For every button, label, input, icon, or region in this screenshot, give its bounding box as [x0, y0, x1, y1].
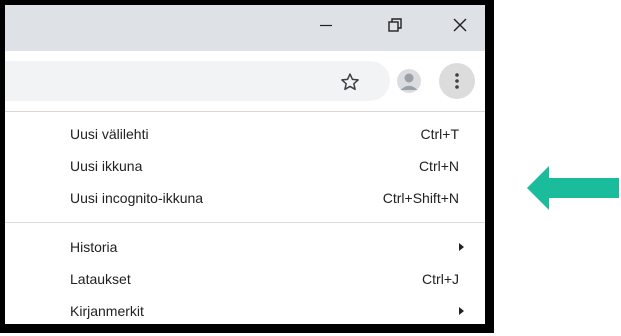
menu-item-shortcut: Ctrl+N	[418, 158, 459, 174]
kebab-menu-icon	[455, 73, 459, 89]
star-icon	[341, 73, 359, 91]
close-icon	[453, 18, 467, 32]
address-bar[interactable]	[5, 61, 390, 101]
close-window-button[interactable]	[437, 5, 483, 45]
menu-item-shortcut: Ctrl+Shift+N	[382, 190, 459, 206]
menu-item-bookmarks[interactable]: Kirjanmerkit	[5, 295, 485, 324]
minimize-icon	[320, 24, 332, 27]
menu-item-new-window[interactable]: Uusi ikkuna Ctrl+N	[5, 150, 485, 182]
menu-item-label: Historia	[70, 239, 118, 255]
restore-button[interactable]	[372, 5, 418, 45]
menu-item-label: Uusi välilehti	[70, 126, 149, 142]
menu-item-new-tab[interactable]: Uusi välilehti Ctrl+T	[5, 118, 485, 150]
restore-icon	[388, 18, 402, 32]
menu-item-label: Kirjanmerkit	[70, 303, 144, 319]
menu-item-new-incognito-window[interactable]: Uusi incognito-ikkuna Ctrl+Shift+N	[5, 182, 485, 214]
avatar-icon	[400, 73, 418, 90]
menu-item-label: Uusi incognito-ikkuna	[70, 190, 204, 206]
browser-window: Uusi välilehti Ctrl+T Uusi ikkuna Ctrl+N…	[0, 0, 494, 333]
menu-item-history[interactable]: Historia	[5, 231, 485, 263]
minimize-button[interactable]	[303, 5, 349, 45]
menu-item-downloads[interactable]: Lataukset Ctrl+J	[5, 263, 485, 295]
profile-button[interactable]	[397, 69, 421, 93]
submenu-arrow-icon	[459, 307, 464, 315]
menu-item-label: Lataukset	[70, 271, 131, 287]
annotation-arrow-icon	[527, 166, 619, 210]
menu-separator	[5, 222, 485, 223]
browser-toolbar	[5, 51, 485, 112]
chrome-menu: Uusi välilehti Ctrl+T Uusi ikkuna Ctrl+N…	[5, 112, 485, 324]
chrome-menu-button[interactable]	[439, 63, 475, 99]
bookmark-star-button[interactable]	[338, 70, 362, 94]
submenu-arrow-icon	[459, 243, 464, 251]
menu-item-shortcut: Ctrl+T	[420, 126, 460, 142]
menu-item-shortcut: Ctrl+J	[422, 271, 459, 287]
title-bar	[5, 5, 485, 51]
menu-item-label: Uusi ikkuna	[70, 158, 143, 174]
